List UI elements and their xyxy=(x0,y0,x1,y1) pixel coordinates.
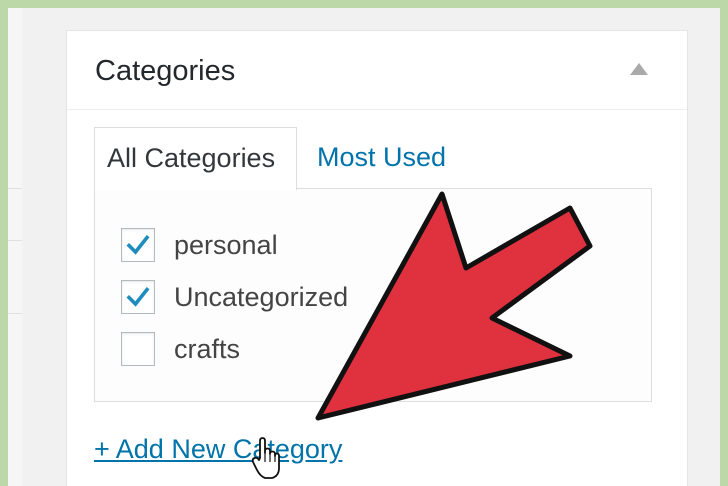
triangle-up-icon[interactable] xyxy=(630,63,648,75)
category-label: personal xyxy=(174,229,278,260)
hand-pointer-icon xyxy=(251,437,280,479)
admin-menu-edge xyxy=(8,8,22,486)
categories-postbox: Categories All Categories Most Used pers… xyxy=(66,30,688,486)
category-item-uncategorized[interactable]: Uncategorized xyxy=(121,279,348,315)
postbox-title: Categories xyxy=(95,55,236,87)
category-checkbox[interactable] xyxy=(121,332,155,366)
tab-most-used[interactable]: Most Used xyxy=(317,144,446,171)
menu-divider xyxy=(8,313,22,314)
category-label: crafts xyxy=(174,333,241,364)
tab-label: All Categories xyxy=(107,143,276,173)
postbox-header: Categories xyxy=(67,31,687,110)
category-checkbox[interactable] xyxy=(121,280,155,314)
menu-divider xyxy=(8,188,22,189)
category-checkbox[interactable] xyxy=(121,228,155,262)
category-item-crafts[interactable]: crafts xyxy=(121,331,240,367)
admin-screen: Categories All Categories Most Used pers… xyxy=(8,8,720,486)
category-label: Uncategorized xyxy=(174,281,349,312)
tab-all-categories[interactable]: All Categories xyxy=(94,127,297,190)
category-checklist: personal Uncategorized crafts xyxy=(94,188,652,402)
category-item-personal[interactable]: personal xyxy=(121,227,278,263)
add-new-category-link[interactable]: + Add New Category xyxy=(94,436,342,463)
checkmark-icon xyxy=(126,286,150,307)
checkmark-icon xyxy=(126,234,150,255)
menu-divider xyxy=(8,240,22,241)
